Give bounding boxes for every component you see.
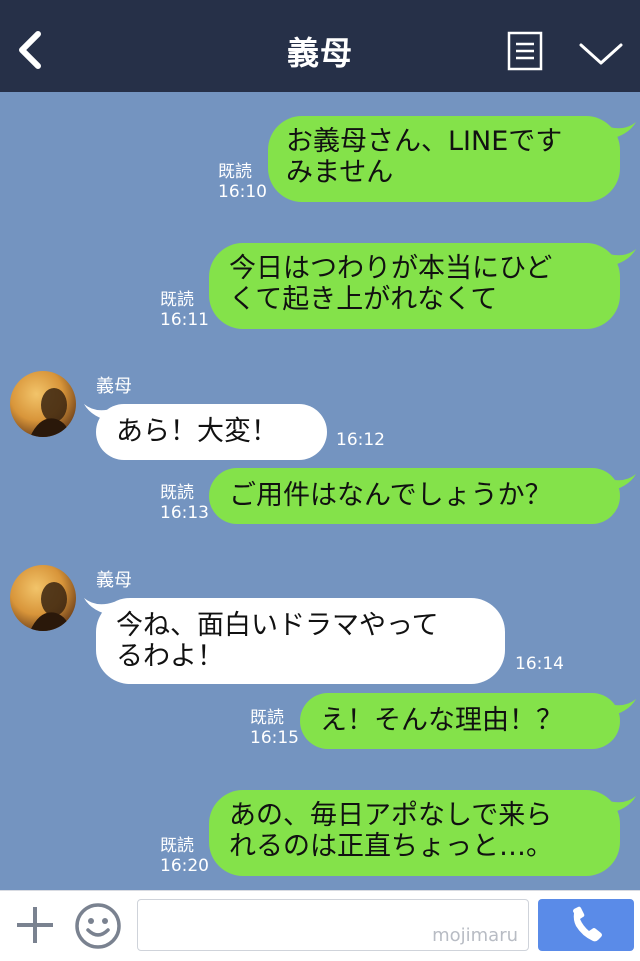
- message-time: 16:11: [160, 310, 209, 330]
- message-meta: 既読 16:10: [218, 162, 267, 202]
- message-meta: 既読 16:13: [160, 483, 209, 523]
- message-text: みません: [286, 157, 394, 188]
- sender-name: 義母: [96, 570, 132, 591]
- outgoing-message-bubble[interactable]: あの、毎日アポなしで来ら れるのは正直ちょっと…。: [209, 790, 620, 876]
- chat-area[interactable]: 既読 16:10 お義母さん、LINEです みません 既読 16:11 今日はつ…: [0, 92, 640, 890]
- bubble-tail: [606, 474, 636, 492]
- message-composer: mojimaru: [0, 890, 640, 961]
- message-time: 16:14: [515, 654, 564, 674]
- outgoing-message-bubble[interactable]: え！そんな理由！？: [300, 693, 620, 749]
- outgoing-message-bubble[interactable]: 今日はつわりが本当にひど くて起き上がれなくて: [209, 243, 620, 329]
- outgoing-message-bubble[interactable]: ご用件はなんでしょうか？: [209, 468, 620, 524]
- message-text: え！そんな理由！？: [320, 705, 563, 736]
- plus-icon[interactable]: [14, 904, 56, 946]
- read-receipt: 既読: [160, 483, 194, 503]
- message-time: 16:15: [250, 728, 299, 748]
- bubble-tail: [606, 699, 636, 717]
- message-time: 16:13: [160, 503, 209, 523]
- phone-icon: [573, 906, 602, 942]
- message-text: くて起き上がれなくて: [229, 284, 498, 315]
- message-meta: 既読 16:20: [160, 836, 209, 876]
- watermark-text: mojimaru: [432, 925, 518, 946]
- message-time: 16:12: [336, 430, 385, 450]
- message-text: あら！大変！: [116, 416, 278, 447]
- read-receipt: 既読: [160, 290, 194, 310]
- list-icon[interactable]: [507, 31, 543, 71]
- message-text: ご用件はなんでしょうか？: [229, 480, 552, 511]
- message-text: 今ね、面白いドラマやって: [116, 610, 439, 641]
- incoming-message-bubble[interactable]: 今ね、面白いドラマやって るわよ！: [96, 598, 505, 684]
- outgoing-message-bubble[interactable]: お義母さん、LINEです みません: [268, 116, 620, 202]
- chat-header: 義母: [0, 0, 640, 92]
- chevron-down-icon[interactable]: [578, 40, 624, 70]
- message-meta: 既読 16:11: [160, 290, 209, 330]
- message-meta: 既読 16:15: [250, 708, 299, 748]
- bubble-tail: [606, 122, 636, 140]
- smiley-icon[interactable]: [74, 902, 122, 950]
- message-time: 16:10: [218, 182, 267, 202]
- sender-name: 義母: [96, 376, 132, 397]
- chat-title: 義母: [286, 34, 353, 72]
- avatar[interactable]: [10, 565, 76, 631]
- read-receipt: 既読: [250, 708, 284, 728]
- message-time: 16:20: [160, 856, 209, 876]
- message-text: 今日はつわりが本当にひど: [229, 253, 553, 284]
- message-input[interactable]: mojimaru: [137, 899, 529, 951]
- bubble-tail: [606, 249, 636, 267]
- incoming-message-bubble[interactable]: あら！大変！: [96, 404, 327, 460]
- message-text: れるのは正直ちょっと…。: [229, 831, 553, 862]
- message-text: お義母さん、LINEです: [286, 126, 563, 157]
- bubble-tail: [606, 796, 636, 814]
- read-receipt: 既読: [218, 162, 252, 182]
- avatar[interactable]: [10, 371, 76, 437]
- call-button[interactable]: [538, 899, 634, 951]
- message-text: あの、毎日アポなしで来ら: [229, 800, 553, 831]
- message-text: るわよ！: [116, 641, 224, 672]
- read-receipt: 既読: [160, 836, 194, 856]
